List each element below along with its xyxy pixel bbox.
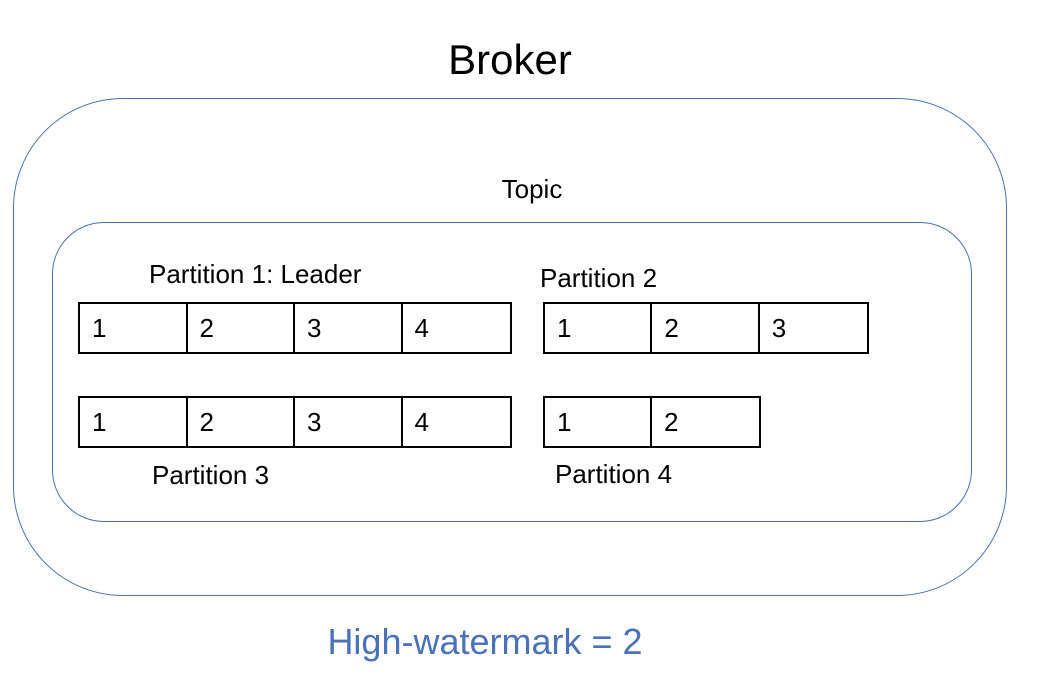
partition-1-label: Partition 1: Leader bbox=[149, 259, 362, 289]
topic-label: Topic bbox=[501, 174, 563, 204]
partition-2-offset: 2 bbox=[652, 304, 760, 352]
partition-4-offset: 1 bbox=[545, 398, 653, 446]
partition-1-log: 1 2 3 4 bbox=[78, 302, 512, 354]
partition-3-offset: 1 bbox=[80, 398, 188, 446]
partition-3-label: Partition 3 bbox=[152, 460, 270, 490]
partition-1-offset: 1 bbox=[80, 304, 188, 352]
partition-2-log: 1 2 3 bbox=[543, 302, 869, 354]
partition-2-offset: 3 bbox=[771, 313, 787, 343]
partition-3-log: 1 2 3 4 bbox=[78, 396, 512, 448]
partition-4-log: 1 2 bbox=[543, 396, 761, 448]
partition-2-offset: 1 bbox=[545, 304, 653, 352]
partition-3-offset: 4 bbox=[414, 407, 429, 437]
partition-1-offset: 3 bbox=[295, 304, 403, 352]
partition-1-offset: 2 bbox=[188, 304, 295, 352]
partition-3-offset: 3 bbox=[295, 398, 403, 446]
broker-title: Broker bbox=[448, 36, 572, 83]
high-watermark-label: High-watermark = 2 bbox=[327, 621, 643, 662]
partition-4-offset: 2 bbox=[664, 407, 679, 437]
partition-2-label: Partition 2 bbox=[540, 263, 658, 293]
partition-3-offset: 2 bbox=[188, 398, 295, 446]
partition-1-offset: 4 bbox=[414, 313, 429, 343]
partition-4-label: Partition 4 bbox=[555, 459, 673, 489]
